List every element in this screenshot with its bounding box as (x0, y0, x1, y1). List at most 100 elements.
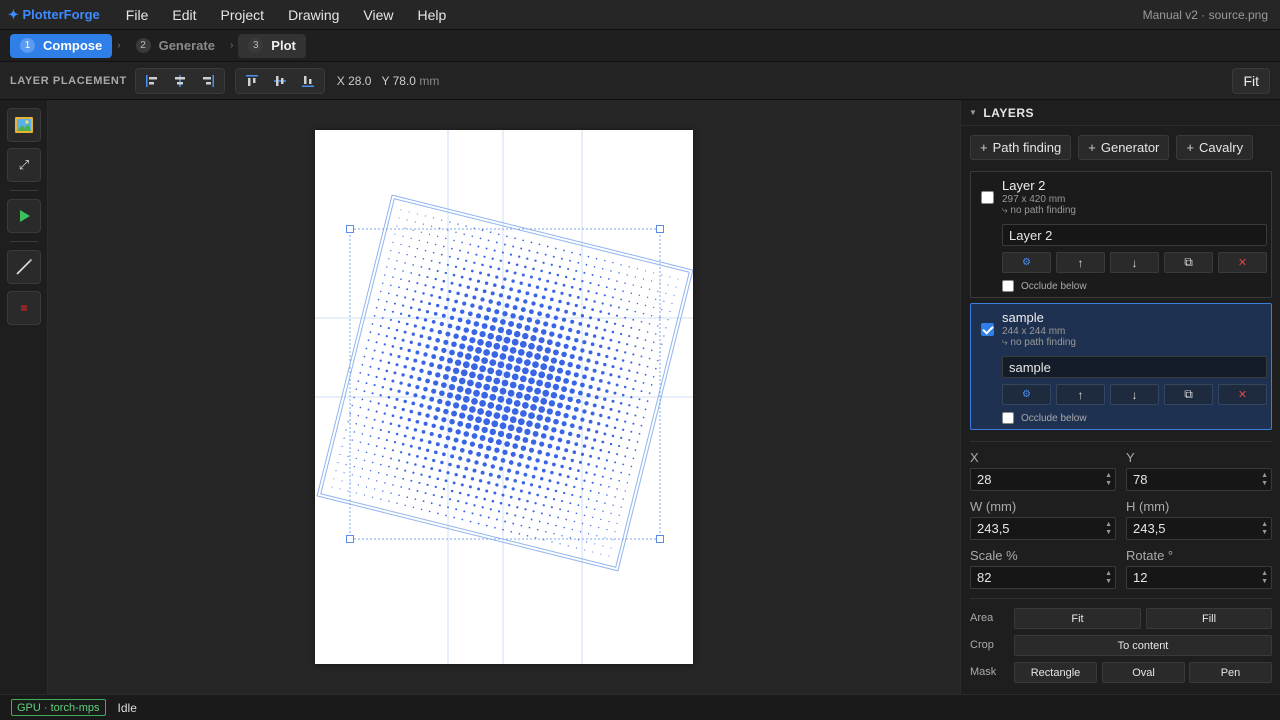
halftone-dot (590, 376, 595, 381)
occlude-below-toggle[interactable]: Occlude below (1002, 412, 1087, 424)
add-cavalry-button[interactable]: + Cavalry (1176, 135, 1254, 160)
layers-header[interactable]: ▼ LAYERS (961, 100, 1280, 126)
halftone-dot (613, 391, 617, 395)
halftone-dot (420, 266, 423, 268)
halftone-dot (585, 506, 588, 509)
add-generator-button[interactable]: + Generator (1078, 135, 1170, 160)
step-plot[interactable]: 3 Plot (238, 33, 306, 58)
duplicate-layer-button[interactable]: ⧉ (1164, 252, 1213, 273)
halftone-dot (563, 377, 570, 384)
halftone-dot (430, 225, 433, 227)
halftone-dot (481, 426, 488, 434)
tool-divider (10, 190, 38, 191)
halftone-dot (453, 516, 456, 519)
halftone-dot (489, 393, 497, 401)
mask-oval-button[interactable]: Oval (1102, 662, 1185, 683)
halftone-dot (521, 481, 526, 485)
menu-drawing[interactable]: Drawing (276, 7, 351, 23)
halftone-dot (441, 347, 447, 354)
halftone-dot (385, 369, 389, 373)
halftone-dot (433, 217, 435, 219)
layer-name-input[interactable]: Layer 2 (1002, 224, 1267, 246)
mask-pen-button[interactable]: Pen (1189, 662, 1272, 683)
rotate-field[interactable]: 12 ▲ ▼ (1126, 566, 1272, 589)
stop-tool-button[interactable] (7, 291, 41, 325)
stepper-icon[interactable]: ▲ ▼ (1105, 472, 1112, 488)
width-field[interactable]: 243,5 ▲ ▼ (970, 517, 1116, 540)
x-field[interactable]: 28 ▲ ▼ (970, 468, 1116, 491)
move-layer-up-button[interactable]: ↑ (1056, 384, 1105, 405)
occlude-checkbox[interactable] (1002, 280, 1014, 292)
halftone-dot (465, 502, 468, 505)
layer-settings-button[interactable]: ⚙ (1002, 384, 1051, 405)
move-layer-down-button[interactable]: ↓ (1110, 252, 1159, 273)
halftone-dot (597, 422, 601, 426)
scale-field[interactable]: 82 ▲ ▼ (970, 566, 1116, 589)
halftone-dot (511, 338, 519, 346)
run-tool-button[interactable] (7, 199, 41, 233)
halftone-dot (644, 408, 647, 411)
crop-to-content-button[interactable]: To content (1014, 635, 1272, 656)
halftone-dot (471, 433, 478, 439)
stepper-icon[interactable]: ▲ ▼ (1261, 570, 1268, 586)
align-bottom-button[interactable] (294, 70, 322, 92)
halftone-dot (509, 347, 517, 354)
halftone-dot (677, 278, 679, 280)
halftone-dot (564, 448, 569, 453)
halftone-dot (489, 508, 492, 511)
align-center-h-button[interactable] (166, 70, 194, 92)
move-layer-down-button[interactable]: ↓ (1110, 384, 1159, 405)
step-generate[interactable]: 2 Generate (126, 34, 225, 58)
halftone-dot (428, 233, 431, 235)
menu-help[interactable]: Help (406, 7, 459, 23)
layer-card-sample[interactable]: sample 244 x 244 mm ⤷ no path finding sa… (970, 303, 1272, 430)
layer-visibility-checkbox[interactable] (981, 191, 994, 204)
layer-name-input[interactable]: sample (1002, 356, 1267, 378)
halftone-dot (458, 283, 462, 287)
stepper-icon[interactable]: ▲ ▼ (1261, 521, 1268, 537)
delete-layer-button[interactable]: ✕ (1218, 384, 1267, 405)
layer-card-layer-2[interactable]: Layer 2 297 x 420 mm ⤷ no path finding L… (970, 171, 1272, 298)
fit-view-button[interactable]: Fit (1232, 68, 1270, 94)
y-field[interactable]: 78 ▲ ▼ (1126, 468, 1272, 491)
halftone-dot (448, 289, 452, 293)
menu-view[interactable]: View (351, 7, 405, 23)
menu-file[interactable]: File (114, 7, 161, 23)
step-compose[interactable]: 1 Compose (10, 33, 113, 58)
layer-visibility-checkbox[interactable] (981, 323, 994, 336)
drawing-canvas[interactable] (48, 100, 960, 694)
align-top-button[interactable] (238, 70, 266, 92)
halftone-dot (528, 377, 535, 385)
stepper-icon[interactable]: ▲ ▼ (1105, 521, 1112, 537)
halftone-dot (365, 416, 368, 419)
duplicate-layer-button[interactable]: ⧉ (1164, 384, 1213, 405)
image-tool-button[interactable] (7, 108, 41, 142)
halftone-dot (506, 512, 509, 515)
area-fill-button[interactable]: Fill (1146, 608, 1272, 629)
area-fit-button[interactable]: Fit (1014, 608, 1141, 629)
align-left-button[interactable] (138, 70, 166, 92)
add-path-finding-button[interactable]: + Path finding (970, 135, 1072, 160)
halftone-dot (564, 483, 568, 487)
halftone-dot (487, 402, 495, 409)
stepper-icon[interactable]: ▲ ▼ (1261, 472, 1268, 488)
delete-layer-button[interactable]: ✕ (1218, 252, 1267, 273)
halftone-dot (417, 308, 421, 312)
pen-tool-button[interactable] (7, 250, 41, 284)
halftone-dot (373, 384, 376, 387)
halftone-dot (511, 487, 515, 491)
halftone-dot (517, 349, 525, 356)
layer-settings-button[interactable]: ⚙ (1002, 252, 1051, 273)
height-field[interactable]: 243,5 ▲ ▼ (1126, 517, 1272, 540)
mask-rectangle-button[interactable]: Rectangle (1014, 662, 1097, 683)
menu-project[interactable]: Project (208, 7, 276, 23)
align-right-button[interactable] (194, 70, 222, 92)
expand-tool-button[interactable]: ⤢ (7, 148, 41, 182)
move-layer-up-button[interactable]: ↑ (1056, 252, 1105, 273)
halftone-dot (657, 325, 659, 327)
menu-edit[interactable]: Edit (160, 7, 208, 23)
align-middle-button[interactable] (266, 70, 294, 92)
stepper-icon[interactable]: ▲ ▼ (1105, 570, 1112, 586)
occlude-checkbox[interactable] (1002, 412, 1014, 424)
occlude-below-toggle[interactable]: Occlude below (1002, 280, 1087, 292)
